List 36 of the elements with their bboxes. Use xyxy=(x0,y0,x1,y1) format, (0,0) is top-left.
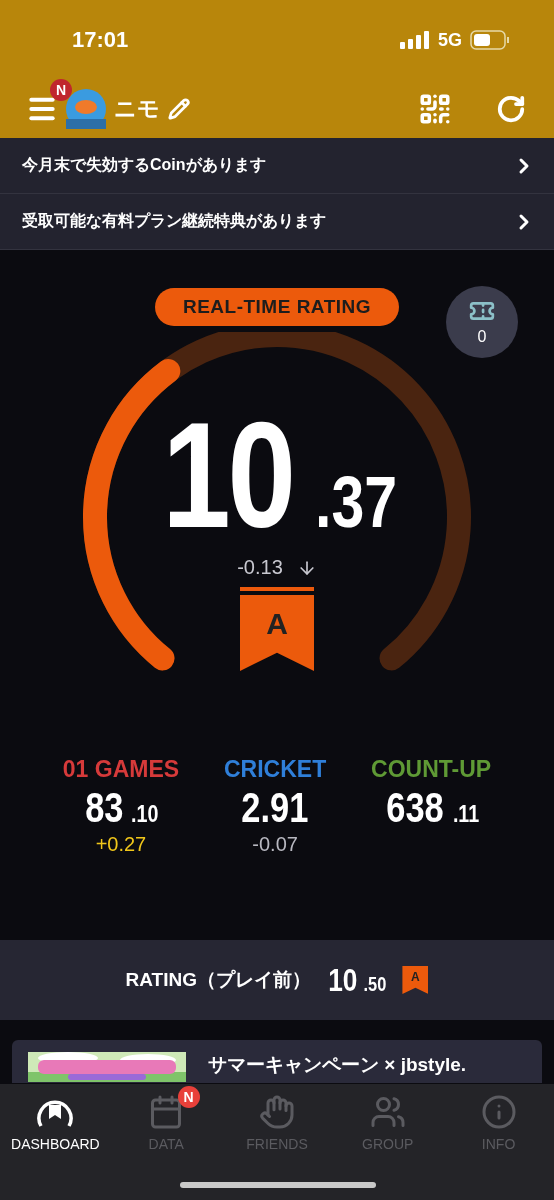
refresh-icon[interactable] xyxy=(496,94,526,124)
notice-link[interactable]: 受取可能な有料プラン継続特典があります xyxy=(0,194,554,250)
user-name: ニモ xyxy=(114,95,160,123)
grade-ribbon: A xyxy=(402,966,429,994)
notification-badge: N xyxy=(177,1086,200,1108)
game-change: -0.07 xyxy=(252,833,298,856)
edit-icon[interactable] xyxy=(168,98,190,120)
rating-decimal: .37 xyxy=(315,466,398,538)
ticket-button[interactable]: 0 xyxy=(446,286,518,358)
game-rating: 2.91 xyxy=(240,787,310,829)
game-name: CRICKET xyxy=(223,756,327,783)
game-rating: 83 .10 xyxy=(84,787,159,829)
signal-icon xyxy=(400,31,430,49)
campaign-title: サマーキャンペーン × jbstyle. xyxy=(208,1053,467,1077)
notification-badge: N xyxy=(50,79,72,101)
rating-before-label: RATING（プレイ前） xyxy=(125,968,311,992)
game-change: +0.27 xyxy=(95,833,147,856)
network-label: 5G xyxy=(438,29,462,51)
notice-link[interactable]: 今月末で失効するCoinがあります xyxy=(0,138,554,194)
avatar-icon xyxy=(66,89,106,129)
grade-ribbon: A xyxy=(240,587,314,671)
nav-tab[interactable]: DASHBOARD xyxy=(3,1094,108,1158)
qr-code-icon[interactable] xyxy=(418,92,452,126)
realtime-rating-label: REAL-TIME RATING xyxy=(154,288,400,326)
campaign-card[interactable]: サマーキャンペーン × jbstyle. xyxy=(12,1040,542,1083)
tab-icon xyxy=(369,1094,406,1130)
status-time: 17:01 xyxy=(72,27,129,53)
game-name: 01 GAMES xyxy=(62,756,180,783)
rating-before-value: 10 .50 xyxy=(327,964,387,996)
tab-icon xyxy=(480,1094,517,1130)
tab-icon xyxy=(259,1094,295,1130)
game-rating: 638 .11 xyxy=(385,787,481,829)
rating-change: -0.13 xyxy=(237,556,283,579)
rating-integer: 10 xyxy=(161,400,293,550)
battery-icon xyxy=(470,30,510,50)
game-name: COUNT-UP xyxy=(371,756,492,783)
